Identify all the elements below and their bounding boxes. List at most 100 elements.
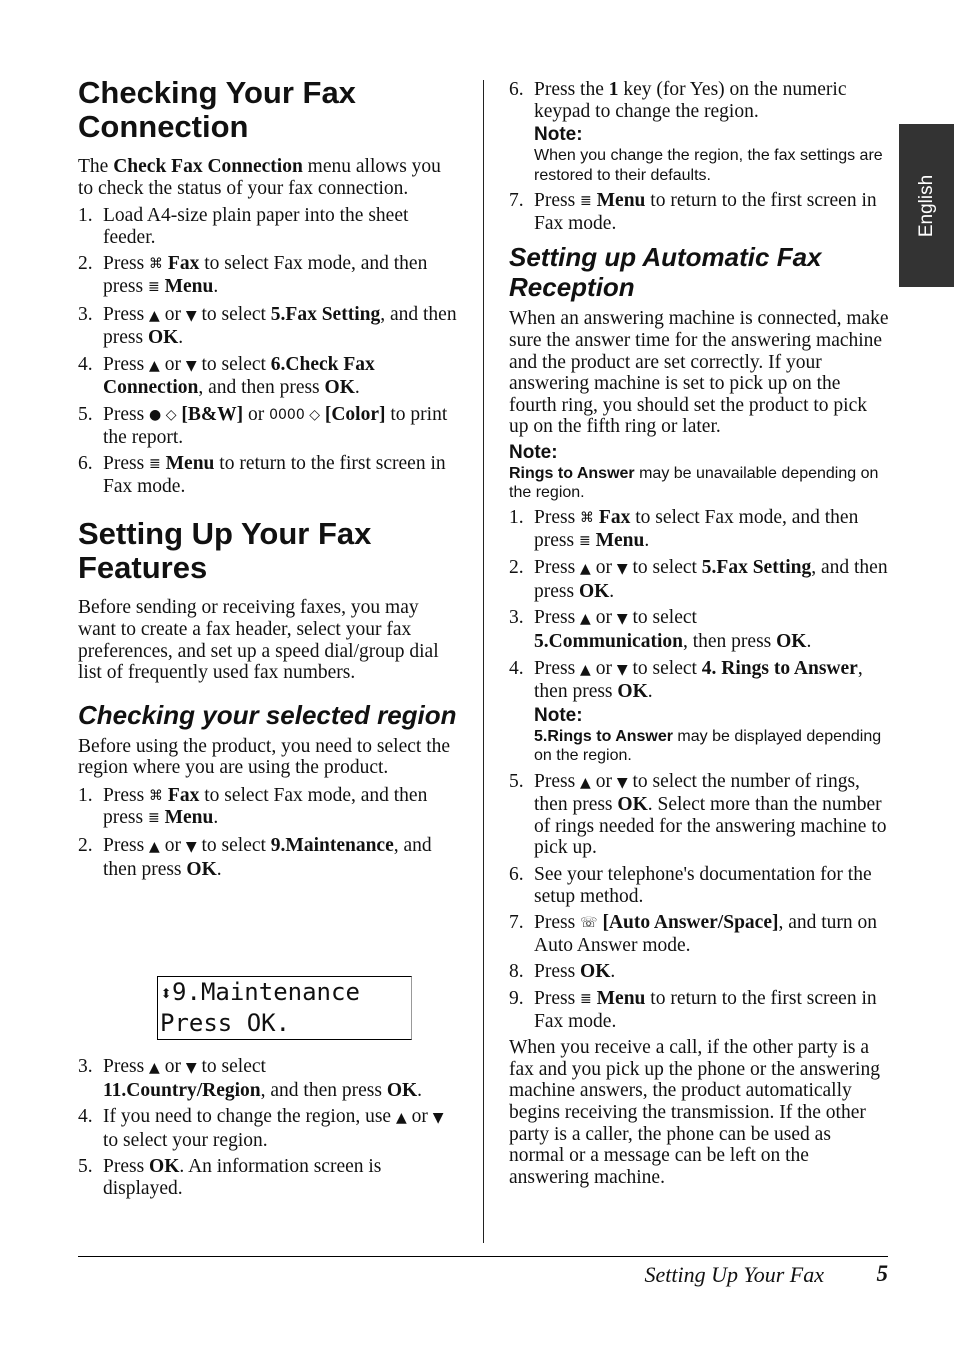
right-column: 6. Press the 1 key (for Yes) on the numer… bbox=[509, 79, 891, 1188]
intro-setup: Before sending or receiving faxes, you m… bbox=[78, 597, 439, 684]
text: or bbox=[243, 403, 270, 425]
step-number: 6. bbox=[509, 864, 524, 886]
text: to select bbox=[627, 657, 702, 679]
up-arrow-icon: ▲ bbox=[149, 839, 160, 856]
step: 5. Press ● ◇ [B&W] or 0000 ◇ [Color] to p… bbox=[78, 404, 460, 448]
down-arrow-icon: ▼ bbox=[185, 307, 197, 324]
text: Press bbox=[103, 303, 150, 325]
text: . bbox=[609, 580, 615, 602]
key-name: OK bbox=[617, 794, 648, 816]
step: 3. Press ▲ or ▼ to select 5.Fax Setting, … bbox=[78, 304, 460, 349]
step: 1. Load A4-size plain paper into the shee… bbox=[78, 205, 460, 248]
text: Press bbox=[534, 190, 581, 212]
text: Press bbox=[534, 961, 581, 983]
note-heading: Note: bbox=[534, 124, 583, 146]
text: . bbox=[647, 681, 653, 703]
up-arrow-icon: ▲ bbox=[395, 1110, 407, 1127]
language-tab: English bbox=[899, 124, 954, 287]
key-name: [B&W] bbox=[181, 403, 244, 425]
step: 5. Press OK. An information screen is dis… bbox=[78, 1156, 460, 1199]
text: Press bbox=[103, 253, 150, 275]
menu-name: 4. Rings to Answer bbox=[701, 657, 858, 679]
step: 2. Press ▲ or ▼ to select 5.Fax Setting, … bbox=[509, 557, 891, 602]
step: 4. If you need to change the region, use … bbox=[78, 1106, 460, 1151]
step-number: 5. bbox=[78, 1156, 93, 1178]
step-number: 4. bbox=[78, 1106, 93, 1128]
heading-check-fax-connection: Checking Your Fax Connection bbox=[78, 75, 356, 144]
text: Press bbox=[534, 506, 581, 528]
note-body: 5.Rings to Answer may be displayed depen… bbox=[534, 727, 891, 766]
key-name: Menu bbox=[164, 275, 214, 297]
key-name: [Color] bbox=[324, 403, 386, 425]
lcd-text: 9.Maintenance bbox=[172, 978, 360, 1006]
intro-auto: When an answering machine is connected, … bbox=[509, 308, 889, 438]
text: Press bbox=[103, 403, 150, 425]
left-column-cont: 3. Press ▲ or ▼ to select 11.Country/Regi… bbox=[78, 1056, 460, 1205]
lcd-line-1: ⬍9.Maintenance bbox=[160, 977, 411, 1008]
down-arrow-icon: ▼ bbox=[185, 839, 197, 856]
up-arrow-icon: ▲ bbox=[580, 774, 591, 791]
key-name: 1 bbox=[608, 79, 619, 100]
key-name: OK bbox=[324, 377, 355, 399]
text: Press bbox=[103, 453, 150, 475]
text: . bbox=[354, 377, 360, 399]
step-text: Load A4-size plain paper into the sheet … bbox=[103, 205, 409, 248]
setting-name: Rings to Answer bbox=[509, 464, 635, 482]
text: . bbox=[213, 275, 219, 297]
text: to select bbox=[627, 557, 702, 579]
key-name: OK bbox=[776, 630, 807, 652]
text: to select bbox=[196, 1056, 266, 1077]
up-arrow-icon: ▲ bbox=[580, 611, 591, 628]
menu-name: 5.Fax Setting bbox=[701, 557, 812, 579]
region-steps: 1. Press ⌘ Fax to select Fax mode, and th… bbox=[78, 785, 460, 880]
menu-icon: ≣ bbox=[580, 991, 592, 1008]
text: . bbox=[178, 327, 184, 349]
up-arrow-icon: ▲ bbox=[149, 357, 160, 374]
key-name: OK bbox=[386, 1079, 418, 1101]
color-start-icon: 0000 ◇ bbox=[269, 406, 320, 423]
menu-icon: ≣ bbox=[580, 193, 592, 210]
step-number: 1. bbox=[78, 784, 93, 806]
step: 9. Press ≣ Menu to return to the first sc… bbox=[509, 988, 891, 1032]
step-number: 4. bbox=[78, 353, 93, 375]
step: 3. Press ▲ or ▼ to select 5.Communication… bbox=[509, 607, 891, 652]
up-arrow-icon: ▲ bbox=[580, 561, 591, 578]
bw-start-icon: ● ◇ bbox=[149, 406, 177, 423]
text: or bbox=[590, 557, 617, 579]
note-body: Rings to Answer may be unavailable depen… bbox=[509, 464, 891, 503]
text: or bbox=[406, 1106, 433, 1128]
intro-region: Before using the product, you need to se… bbox=[78, 735, 451, 779]
note-heading: Note: bbox=[534, 704, 583, 726]
fax-icon: ⌘ bbox=[149, 787, 164, 804]
text: to select bbox=[627, 607, 697, 629]
step-number: 7. bbox=[509, 912, 524, 934]
key-name: OK bbox=[186, 858, 217, 880]
outro-auto: When you receive a call, if the other pa… bbox=[509, 1037, 880, 1188]
down-arrow-icon: ▼ bbox=[185, 1060, 197, 1076]
step: 5. Press ▲ or ▼ to select the number of r… bbox=[509, 771, 891, 859]
down-arrow-icon: ▼ bbox=[432, 1110, 444, 1127]
text: to select your region. bbox=[103, 1129, 268, 1151]
text: If you need to change the region, use bbox=[103, 1106, 396, 1128]
key-name: OK bbox=[580, 961, 611, 983]
text: or bbox=[590, 607, 617, 629]
step-number: 5. bbox=[509, 770, 524, 792]
note-heading: Note: bbox=[509, 441, 558, 463]
heading-check-region: Checking your selected region bbox=[78, 699, 457, 730]
down-arrow-icon: ▼ bbox=[616, 611, 628, 628]
step: 4. Press ▲ or ▼ to select 6.Check Fax Con… bbox=[78, 354, 460, 399]
menu-icon: ≣ bbox=[147, 810, 160, 827]
text: Press the bbox=[534, 79, 609, 100]
text: Press bbox=[534, 607, 581, 629]
up-arrow-icon: ▲ bbox=[149, 307, 160, 324]
down-arrow-icon: ▼ bbox=[616, 774, 628, 791]
key-name: Menu bbox=[596, 190, 646, 212]
step-number: 9. bbox=[509, 988, 524, 1010]
language-tab-label: English bbox=[915, 174, 937, 237]
text: , then press bbox=[682, 630, 777, 652]
text: Press bbox=[534, 770, 581, 792]
step-number: 3. bbox=[78, 1056, 93, 1077]
down-arrow-icon: ▼ bbox=[185, 357, 197, 374]
up-arrow-icon: ▲ bbox=[149, 1060, 160, 1076]
heading-auto-fax-reception: Setting up Automatic Fax Reception bbox=[509, 242, 822, 303]
